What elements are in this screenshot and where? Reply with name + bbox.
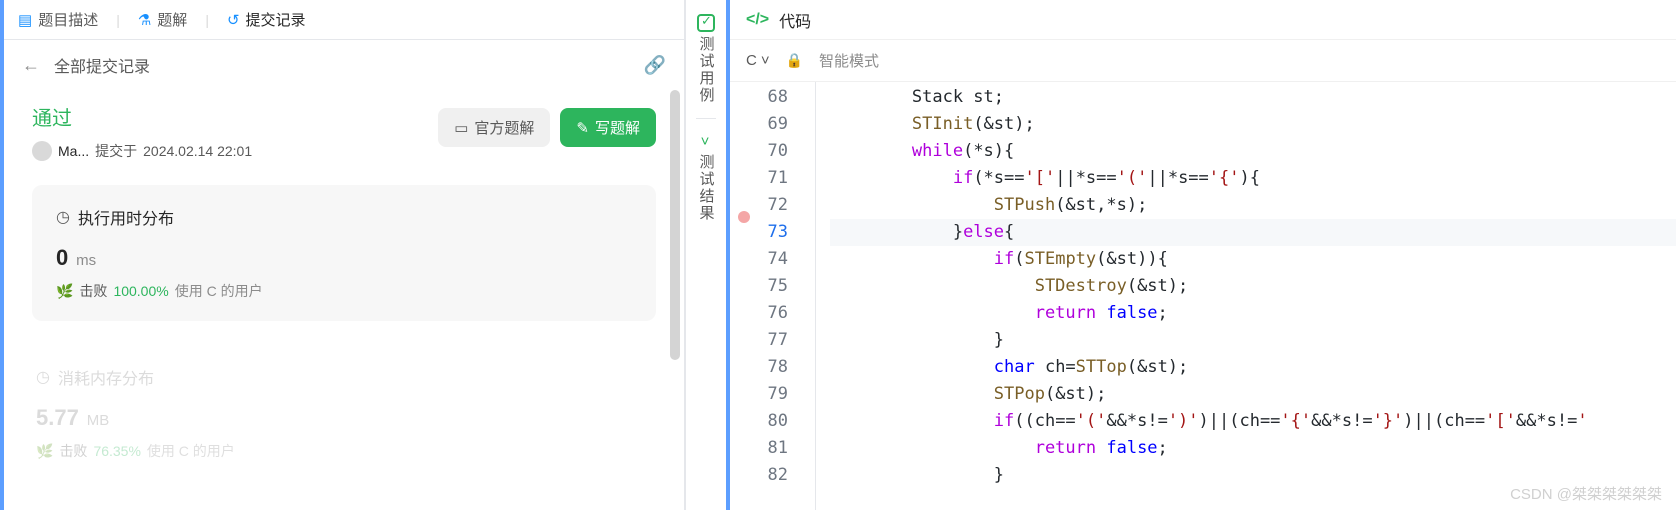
history-icon: ↺ [227, 11, 240, 29]
lang-label: C [746, 52, 757, 69]
back-arrow-icon[interactable]: ← [22, 55, 40, 76]
left-panel: ▤ 题目描述 | ⚗ 题解 | ↺ 提交记录 ← 全部提交记录 🔗 通过 [0, 0, 686, 510]
submitter-info: Ma... 提交于 2024.02.14 22:01 [32, 141, 252, 161]
subheader-title: 全部提交记录 [54, 53, 630, 77]
separator [696, 118, 716, 119]
beat-row: 🌿 击败 76.35% 使用 C 的用户 [36, 441, 632, 461]
breakpoint-gutter[interactable] [730, 82, 758, 510]
beat-row: 🌿 击败 100.00% 使用 C 的用户 [56, 281, 632, 301]
code-lines[interactable]: Stack st; STInit(&st); while(*s){ if(*s=… [816, 82, 1676, 510]
code-header-label: 代码 [779, 8, 811, 32]
button-label: 官方题解 [474, 117, 534, 138]
beat-percent: 100.00% [113, 283, 168, 299]
separator: | [116, 12, 120, 28]
title-text: 执行用时分布 [78, 205, 174, 229]
book-icon: ▭ [454, 119, 468, 137]
check-square-icon [697, 14, 715, 32]
link-icon[interactable]: 🔗 [644, 55, 666, 76]
submitted-label: 提交于 [95, 141, 137, 161]
separator: | [205, 12, 209, 28]
official-solution-button[interactable]: ▭ 官方题解 [438, 108, 550, 147]
beat-label: 击败 [59, 441, 87, 461]
tabs-bar: ▤ 题目描述 | ⚗ 题解 | ↺ 提交记录 [4, 0, 684, 40]
memory-value: 5.77 [36, 405, 79, 430]
username: Ma... [58, 143, 89, 159]
runtime-card: 执行用时分布 0 ms 🌿 击败 100.00% 使用 C 的用户 [32, 185, 656, 321]
line-number-gutter: 686970717273747576777879808182 [758, 82, 798, 510]
beat-rest: 使用 C 的用户 [175, 281, 263, 301]
vertical-tabs-col: 测试用例 ˅ 测试结果 [686, 0, 730, 510]
title-text: 消耗内存分布 [58, 365, 154, 389]
code-toolbar: C ˅ 🔒 智能模式 [730, 40, 1676, 82]
runtime-unit: ms [76, 252, 96, 269]
fold-gutter[interactable] [798, 82, 816, 510]
vtab-label: 测试结果 [696, 154, 717, 222]
tab-submissions[interactable]: ↺ 提交记录 [227, 0, 306, 39]
avatar [32, 141, 52, 161]
tab-description[interactable]: ▤ 题目描述 [18, 0, 98, 39]
card-title: 执行用时分布 [56, 205, 632, 229]
subheader: ← 全部提交记录 🔗 [4, 40, 684, 90]
code-panel: </> 代码 C ˅ 🔒 智能模式 6869707172737475767778… [730, 0, 1676, 510]
fire-icon: 🌿 [36, 443, 53, 460]
beat-label: 击败 [79, 281, 107, 301]
flask-icon: ⚗ [138, 11, 151, 29]
vtab-testcase[interactable]: 测试用例 [696, 8, 717, 110]
tab-solution[interactable]: ⚗ 题解 [138, 0, 187, 39]
content-area: 通过 Ma... 提交于 2024.02.14 22:01 ▭ 官方题解 ✎ [4, 90, 684, 510]
vtab-label: 测试用例 [696, 36, 717, 104]
memory-card: 消耗内存分布 5.77 MB 🌿 击败 76.35% 使用 C 的用户 [32, 345, 656, 481]
button-label: 写题解 [595, 117, 640, 138]
write-solution-button[interactable]: ✎ 写题解 [560, 108, 656, 147]
tab-label: 提交记录 [246, 9, 306, 30]
beat-percent: 76.35% [93, 443, 140, 459]
code-icon: </> [746, 11, 769, 29]
code-header: </> 代码 [730, 0, 1676, 40]
language-selector[interactable]: C ˅ [746, 52, 770, 69]
scrollbar[interactable] [670, 90, 680, 360]
status-accepted: 通过 [32, 102, 252, 131]
watermark: CSDN @桀桀桀桀桀桀 [1510, 483, 1662, 504]
editor-mode[interactable]: 智能模式 [819, 50, 879, 71]
tab-label: 题解 [157, 9, 187, 30]
lock-icon: 🔒 [786, 52, 803, 69]
runtime-value: 0 [56, 245, 68, 270]
card-title: 消耗内存分布 [36, 365, 632, 389]
status-row: 通过 Ma... 提交于 2024.02.14 22:01 ▭ 官方题解 ✎ [32, 102, 656, 161]
vtab-result[interactable]: ˅ 测试结果 [696, 127, 717, 228]
timestamp: 2024.02.14 22:01 [143, 143, 252, 159]
tab-label: 题目描述 [38, 9, 98, 30]
file-icon: ▤ [18, 11, 32, 29]
edit-icon: ✎ [576, 119, 589, 137]
fire-icon: 🌿 [56, 283, 73, 300]
code-editor[interactable]: 686970717273747576777879808182 Stack st;… [730, 82, 1676, 510]
chevron-down-icon: ˅ [701, 133, 712, 150]
memory-unit: MB [87, 412, 110, 429]
chevron-down-icon: ˅ [761, 52, 770, 69]
beat-rest: 使用 C 的用户 [147, 441, 235, 461]
